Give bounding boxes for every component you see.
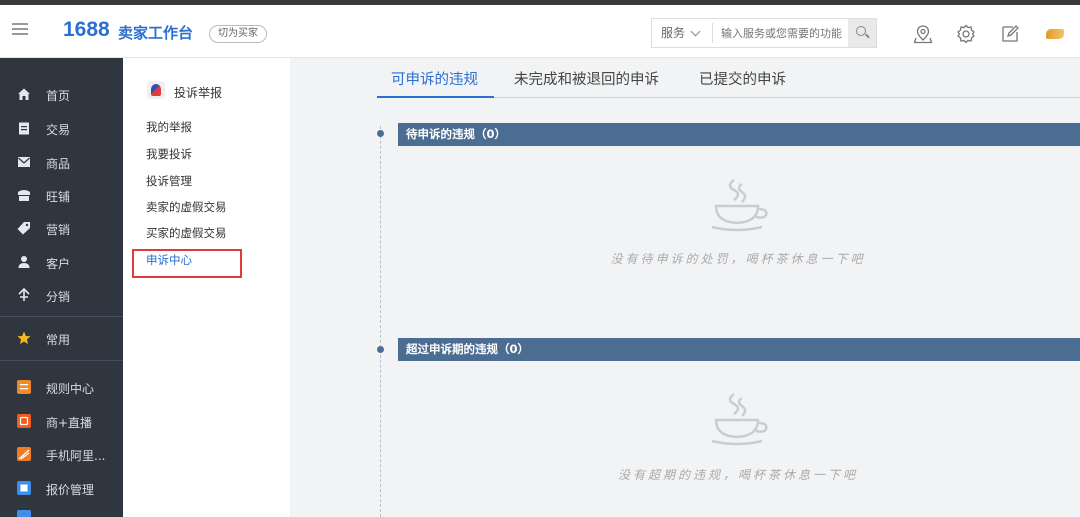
logo-1688[interactable]: 1688 — [63, 18, 110, 42]
sidebar-item-label: 常用 — [46, 333, 71, 347]
top-header: 1688 卖家工作台 切为买家 服务 — [0, 5, 1080, 58]
sidebar-item-label: 首页 — [46, 89, 71, 103]
share-icon — [18, 288, 30, 301]
sidebar-item-label: 商品 — [46, 157, 71, 171]
sidebar-item-customers[interactable]: 客户 — [0, 246, 123, 279]
sidebar-item-label: 分销 — [46, 290, 71, 304]
subnav-link-seller-fake-trades[interactable]: 卖家的虚假交易 — [146, 199, 227, 215]
empty-state-message: 没有待申诉的处罚，喝杯茶休息一下吧 — [610, 252, 866, 266]
sidebar-item-label: 交易 — [46, 123, 71, 137]
sidebar-item-home[interactable]: 首页 — [0, 78, 123, 111]
gear-icon[interactable] — [955, 23, 977, 45]
sidebar-item-label: 客户 — [46, 257, 71, 271]
sidebar-item-rules-center[interactable]: 规则中心 — [0, 371, 123, 404]
sidebar-item-label: 营销 — [46, 223, 71, 237]
subnav-header-title: 投诉举报 — [174, 86, 223, 100]
empty-state-message: 没有超期的违规，喝杯茶休息一下吧 — [617, 468, 858, 482]
tag-icon — [17, 222, 30, 235]
clipboard-icon — [19, 122, 29, 135]
quote-app-icon — [17, 481, 31, 495]
sidebar: 首页 交易 商品 旺铺 营销 客户 分销 常用 规则中心 商+直播 手机阿里..… — [0, 58, 123, 517]
report-icon — [147, 81, 165, 99]
logo-title[interactable]: 卖家工作台 — [118, 22, 193, 43]
sidebar-item-label: 手机阿里... — [46, 449, 106, 463]
chevron-down-icon — [690, 26, 701, 37]
switch-to-buyer-button[interactable]: 切为买家 — [209, 25, 267, 43]
tea-cup-icon — [711, 179, 768, 232]
menu-toggle-icon[interactable] — [12, 23, 28, 39]
star-icon — [17, 331, 31, 344]
tea-cup-icon — [711, 393, 768, 446]
sidebar-item-label: 报价管理 — [46, 483, 95, 497]
sidebar-item-shop[interactable]: 旺铺 — [0, 179, 123, 212]
section-pending-violations-header: 待申诉的违规（0） — [398, 123, 1080, 146]
sidebar-item-label: 商+直播 — [46, 416, 93, 430]
shop-icon — [18, 190, 30, 201]
subnav-link-file-complaint[interactable]: 我要投诉 — [146, 146, 192, 162]
sidebar-divider — [0, 316, 123, 317]
subnav-link-buyer-fake-trades[interactable]: 买家的虚假交易 — [146, 225, 227, 241]
highlight-annotation-box — [132, 249, 242, 278]
edit-icon[interactable] — [999, 23, 1021, 45]
sidebar-item-quotes[interactable]: 报价管理 — [0, 472, 123, 505]
sidebar-item-label: 旺铺 — [46, 190, 71, 204]
live-app-icon — [17, 414, 31, 428]
sidebar-item-marketing[interactable]: 营销 — [0, 212, 123, 245]
sidebar-item-label: 规则中心 — [46, 382, 95, 396]
timeline-line — [380, 126, 381, 517]
rules-app-icon — [17, 380, 31, 394]
user-icon — [18, 256, 30, 268]
search-input[interactable] — [712, 23, 850, 43]
subnav-link-my-reports[interactable]: 我的举报 — [146, 119, 192, 135]
sidebar-item-trade[interactable]: 交易 — [0, 112, 123, 145]
search-button[interactable] — [848, 19, 876, 47]
search-category-label: 服务 — [661, 26, 686, 40]
section-expired-violations-header: 超过申诉期的违规（0） — [398, 338, 1080, 361]
mobile-app-icon — [17, 447, 31, 461]
tab-incomplete-returned-appeals[interactable]: 未完成和被退回的申诉 — [514, 68, 659, 89]
sidebar-item-distribution[interactable]: 分销 — [0, 279, 123, 312]
tab-submitted-appeals[interactable]: 已提交的申诉 — [699, 68, 786, 89]
search-box: 服务 — [651, 18, 877, 48]
avatar[interactable] — [1046, 29, 1064, 39]
tab-bar: 可申诉的违规 未完成和被退回的申诉 已提交的申诉 — [377, 58, 1080, 98]
sidebar-item-favorites[interactable]: 常用 — [0, 322, 123, 355]
subnav-link-complaint-management[interactable]: 投诉管理 — [146, 173, 192, 189]
mail-icon — [18, 157, 30, 167]
sidebar-item-products[interactable]: 商品 — [0, 146, 123, 179]
sidebar-item-mobile[interactable]: 手机阿里... — [0, 438, 123, 471]
search-category-select[interactable]: 服务 — [652, 19, 712, 47]
location-pin-icon[interactable] — [912, 23, 934, 45]
sidebar-divider — [0, 360, 123, 361]
sub-navigation: 投诉举报 我的举报 我要投诉 投诉管理 卖家的虚假交易 买家的虚假交易 申诉中心 — [123, 58, 290, 517]
active-tab-indicator — [377, 96, 494, 98]
sidebar-item-partial-icon — [17, 510, 31, 517]
timeline-dot — [377, 346, 384, 353]
tab-appealable-violations[interactable]: 可申诉的违规 — [391, 68, 478, 89]
sidebar-item-live[interactable]: 商+直播 — [0, 405, 123, 438]
timeline-dot — [377, 130, 384, 137]
home-icon — [18, 88, 30, 100]
